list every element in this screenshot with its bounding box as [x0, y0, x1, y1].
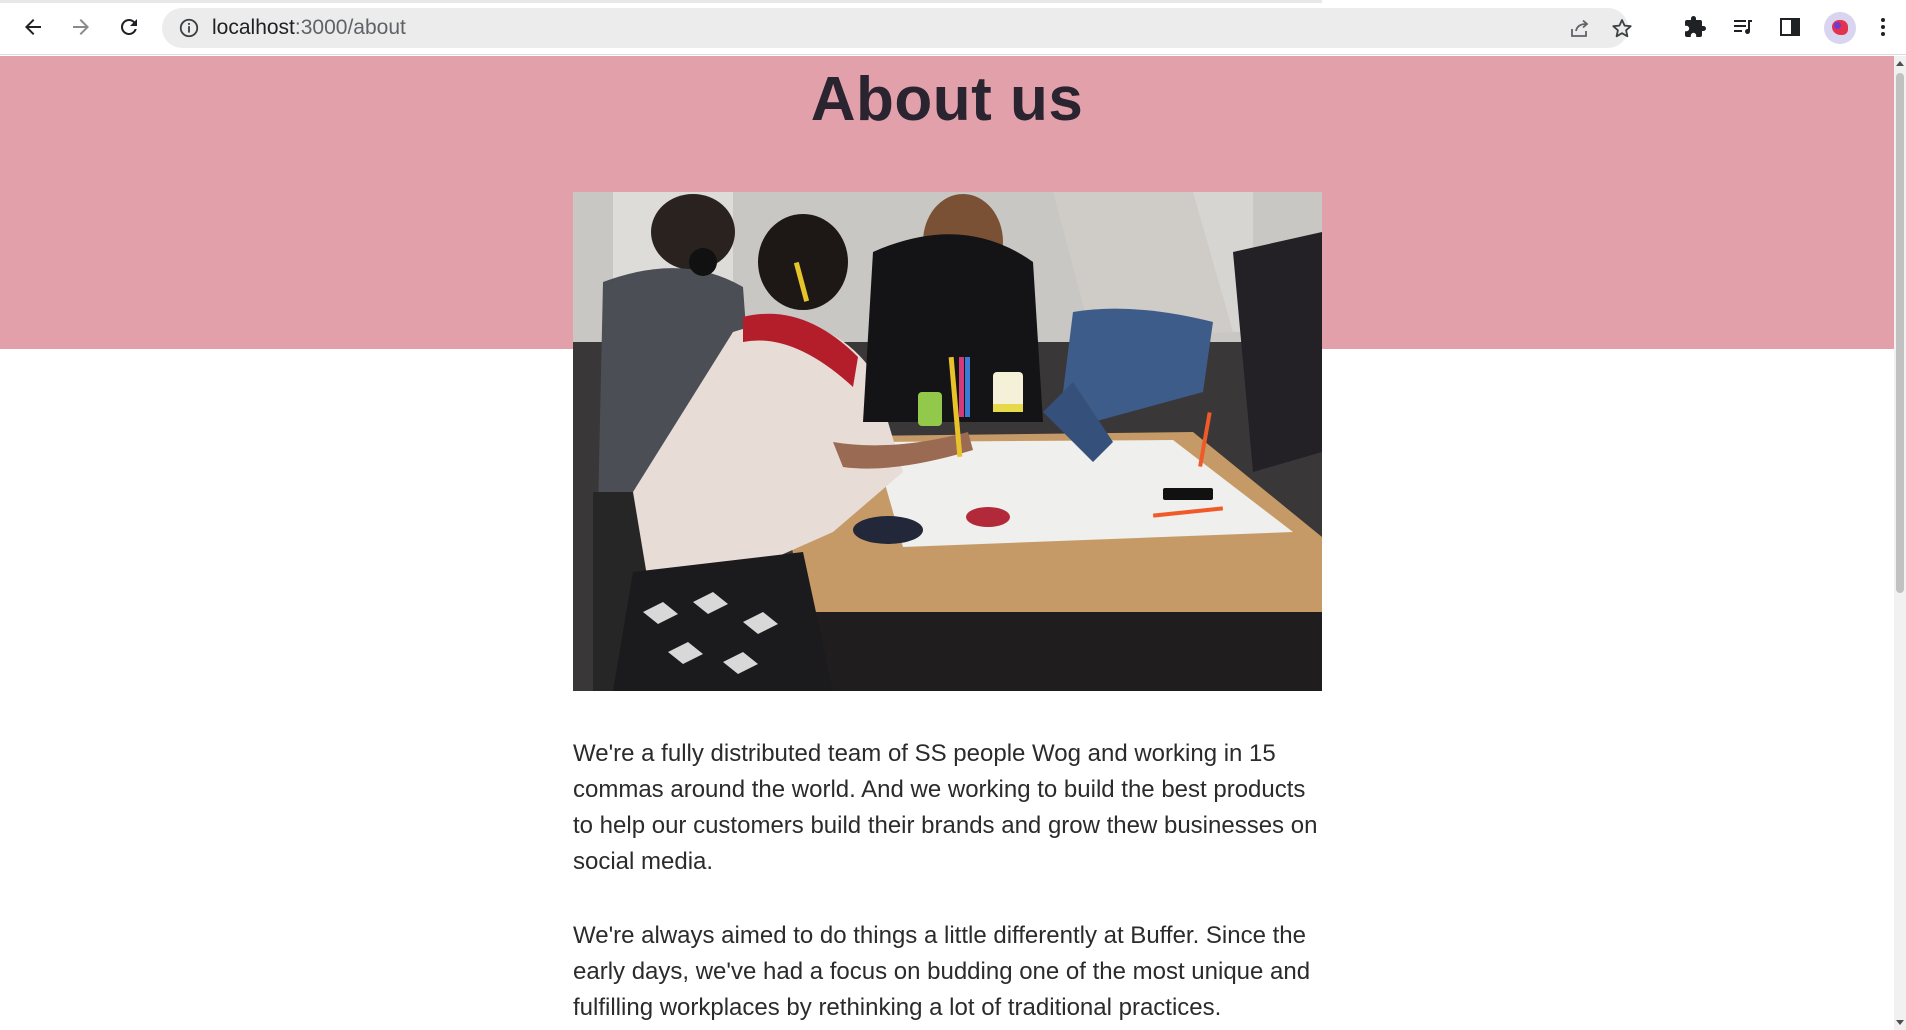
scroll-thumb[interactable]	[1896, 73, 1904, 593]
side-panel-icon	[1780, 18, 1800, 36]
url-host: localhost	[212, 16, 295, 39]
more-vertical-icon	[1881, 18, 1885, 36]
page-title: About us	[810, 65, 1084, 134]
reload-icon	[120, 18, 137, 35]
scroll-down-arrow-icon[interactable]	[1896, 1020, 1904, 1025]
media-control-button[interactable]	[1724, 8, 1762, 46]
extensions-button[interactable]	[1676, 8, 1714, 46]
address-bar[interactable]: localhost:3000/about	[162, 8, 1632, 48]
arrow-left-icon	[25, 19, 41, 35]
avatar[interactable]	[1824, 12, 1856, 44]
reload-button[interactable]	[110, 8, 148, 46]
page-viewport: About us We're a fully distributed team …	[0, 56, 1894, 1030]
playlist-icon	[1734, 20, 1752, 34]
arrow-right-icon	[73, 19, 89, 35]
about-content: We're a fully distributed team of SS peo…	[573, 736, 1325, 1030]
url-path: :3000/about	[294, 16, 406, 39]
browser-window: localhost:3000/about About us We're a fu…	[0, 0, 1906, 1030]
share-icon[interactable]	[1568, 17, 1592, 41]
about-paragraph: We're a fully distributed team of SS peo…	[573, 740, 1318, 875]
url-text[interactable]: localhost:3000/about	[212, 8, 406, 48]
forward-button[interactable]	[62, 8, 100, 46]
info-icon[interactable]	[178, 17, 200, 39]
star-icon[interactable]	[1610, 17, 1634, 41]
scroll-up-arrow-icon[interactable]	[1896, 61, 1904, 66]
avatar-image-detail	[1834, 22, 1841, 29]
team-photo-illustration	[573, 192, 1322, 691]
puzzle-icon	[1685, 16, 1706, 37]
vertical-scrollbar[interactable]	[1894, 56, 1906, 1030]
browser-menu-button[interactable]	[1868, 8, 1898, 46]
side-panel-button[interactable]	[1771, 8, 1809, 46]
browser-toolbar: localhost:3000/about	[0, 0, 1906, 55]
team-photo	[573, 192, 1322, 691]
tab-strip-edge	[0, 0, 1322, 3]
about-paragraph: We're always aimed to do things a little…	[573, 922, 1311, 1021]
back-button[interactable]	[14, 8, 52, 46]
